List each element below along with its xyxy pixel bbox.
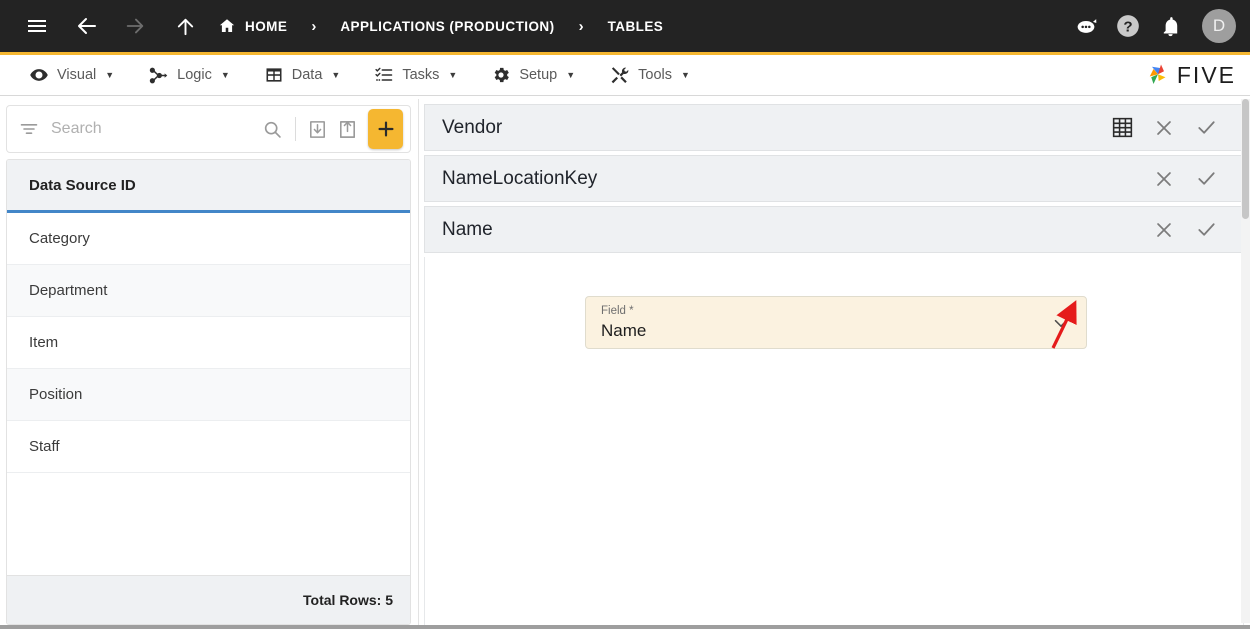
list-item[interactable]: Department xyxy=(7,265,410,317)
chatbot-icon[interactable] xyxy=(1068,8,1104,44)
form-body: Field * Name xyxy=(424,257,1244,629)
field-select-dropdown[interactable]: Field * Name xyxy=(585,296,1087,349)
arrow-left-icon[interactable] xyxy=(68,7,106,45)
list-item-label: Item xyxy=(29,334,59,351)
menu-item-setup[interactable]: Setup ▼ xyxy=(474,55,592,95)
breadcrumb-separator-2: › xyxy=(578,17,584,35)
chevron-down-icon: ▼ xyxy=(105,70,115,80)
vertical-scrollbar[interactable] xyxy=(1241,99,1250,623)
list-item-label: Category xyxy=(29,230,90,247)
menu-label-tasks: Tasks xyxy=(402,67,440,83)
breadcrumb-label-applications: APPLICATIONS (PRODUCTION) xyxy=(340,18,555,34)
notifications-bell-icon[interactable] xyxy=(1152,8,1188,44)
field-select-value: Name xyxy=(601,320,647,340)
close-icon[interactable] xyxy=(1145,211,1183,249)
add-record-button[interactable] xyxy=(368,109,403,149)
list-item[interactable]: Position xyxy=(7,369,410,421)
help-icon[interactable]: ? xyxy=(1110,8,1146,44)
user-avatar[interactable]: D xyxy=(1202,9,1236,43)
total-rows-label: Total Rows: 5 xyxy=(7,575,410,624)
menu-label-logic: Logic xyxy=(177,67,212,83)
five-logo: FIVE xyxy=(1143,60,1250,90)
panel-header-name: Name xyxy=(424,206,1244,253)
tools-icon xyxy=(609,65,630,86)
chevron-down-icon: ▼ xyxy=(566,70,576,80)
panel-title-namelocationkey: NameLocationKey xyxy=(442,167,598,189)
chevron-down-icon[interactable] xyxy=(1050,312,1072,334)
data-source-sidebar: Data Source ID Category Department Item … xyxy=(0,99,419,629)
chevron-down-icon: ▼ xyxy=(331,70,341,80)
field-select-label: Field * xyxy=(601,305,634,317)
list-column-header[interactable]: Data Source ID xyxy=(7,160,410,213)
menu-item-tasks[interactable]: Tasks ▼ xyxy=(357,55,474,95)
home-icon xyxy=(218,17,236,35)
form-panel-stack: Vendor NameLocationKey Name Field * Name xyxy=(419,99,1250,629)
close-icon[interactable] xyxy=(1145,109,1183,147)
menu-item-tools[interactable]: Tools ▼ xyxy=(592,55,707,95)
hamburger-menu-icon[interactable] xyxy=(18,7,56,45)
menu-label-visual: Visual xyxy=(57,67,97,83)
five-pinwheel-icon xyxy=(1143,60,1173,90)
panel-title-name: Name xyxy=(442,218,493,240)
gear-icon xyxy=(491,65,511,85)
menu-label-setup: Setup xyxy=(519,67,558,83)
menu-item-data[interactable]: Data ▼ xyxy=(247,55,358,95)
window-bottom-edge xyxy=(0,625,1250,629)
list-item-label: Position xyxy=(29,386,83,403)
panel-actions-name xyxy=(1145,211,1225,249)
panel-header-namelocationkey: NameLocationKey xyxy=(424,155,1244,202)
breadcrumb-separator: › xyxy=(311,17,317,35)
chevron-down-icon: ▼ xyxy=(220,70,230,80)
list-item-label: Department xyxy=(29,282,108,299)
flow-nodes-icon xyxy=(148,65,169,86)
breadcrumb-item-applications[interactable]: APPLICATIONS (PRODUCTION) xyxy=(336,19,558,34)
breadcrumb-item-home[interactable]: HOME xyxy=(214,17,291,35)
data-source-list: Data Source ID Category Department Item … xyxy=(6,159,411,625)
table-icon xyxy=(264,65,284,85)
breadcrumb-label-tables: TABLES xyxy=(607,18,664,34)
list-rows: Category Department Item Position Staff xyxy=(7,213,410,575)
confirm-check-icon[interactable] xyxy=(1187,160,1225,198)
panel-actions-namelocationkey xyxy=(1145,160,1225,198)
menu-label-data: Data xyxy=(291,67,323,83)
grid-view-icon[interactable] xyxy=(1103,109,1141,147)
panel-header-vendor: Vendor xyxy=(424,104,1244,151)
toolbar-divider xyxy=(294,117,296,141)
top-bar-actions: ? D xyxy=(1068,8,1236,44)
breadcrumb: HOME › APPLICATIONS (PRODUCTION) › TABLE… xyxy=(214,17,667,35)
list-item[interactable]: Item xyxy=(7,317,410,369)
chevron-down-icon: ▼ xyxy=(448,70,458,80)
list-item[interactable]: Staff xyxy=(7,421,410,473)
svg-text:?: ? xyxy=(1123,18,1132,35)
breadcrumb-label-home: HOME xyxy=(245,18,288,34)
application-window: HOME › APPLICATIONS (PRODUCTION) › TABLE… xyxy=(0,0,1250,629)
menu-label-tools: Tools xyxy=(638,67,672,83)
brand-text: FIVE xyxy=(1176,61,1236,88)
application-menu-bar: Visual ▼ Logic ▼ Data ▼ Tasks ▼ Setup ▼ … xyxy=(0,55,1250,96)
export-icon[interactable] xyxy=(332,112,362,146)
breadcrumb-item-tables[interactable]: TABLES xyxy=(604,19,668,34)
confirm-check-icon[interactable] xyxy=(1187,109,1225,147)
eye-icon xyxy=(29,65,49,85)
content-area: Data Source ID Category Department Item … xyxy=(0,99,1250,629)
arrow-up-icon[interactable] xyxy=(166,7,204,45)
menu-item-logic[interactable]: Logic ▼ xyxy=(131,55,247,95)
search-icon[interactable] xyxy=(258,112,288,146)
list-item-label: Staff xyxy=(29,438,60,455)
filter-icon[interactable] xyxy=(19,119,39,139)
chevron-down-icon: ▼ xyxy=(681,70,690,80)
checklist-icon xyxy=(374,65,394,85)
menu-item-visual[interactable]: Visual ▼ xyxy=(12,55,131,95)
close-icon[interactable] xyxy=(1145,160,1183,198)
search-toolbar xyxy=(6,105,411,153)
panel-title-vendor: Vendor xyxy=(442,116,503,138)
list-item[interactable]: Category xyxy=(7,213,410,265)
panel-actions-vendor xyxy=(1103,109,1225,147)
top-navigation-bar: HOME › APPLICATIONS (PRODUCTION) › TABLE… xyxy=(0,0,1250,55)
confirm-check-icon[interactable] xyxy=(1187,211,1225,249)
arrow-right-icon xyxy=(116,7,154,45)
search-input[interactable] xyxy=(51,120,258,138)
scrollbar-thumb[interactable] xyxy=(1242,99,1249,219)
import-icon[interactable] xyxy=(303,112,333,146)
